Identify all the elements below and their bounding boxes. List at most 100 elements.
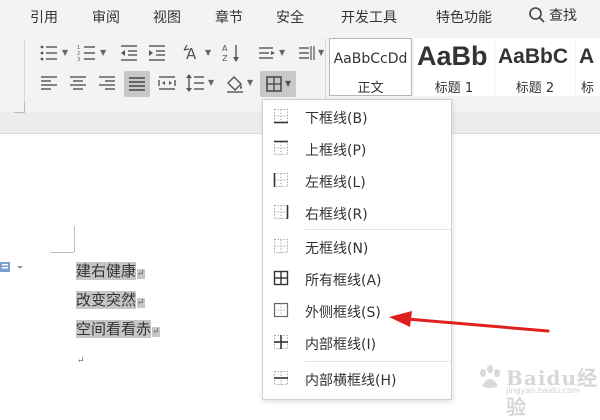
bottom-border-icon: [274, 109, 288, 124]
style-name-heading-2: 标题 2: [515, 81, 555, 96]
menu-item-left-border[interactable]: 左框线(L): [263, 167, 451, 195]
style-normal[interactable]: AaBbCcDd 正文: [329, 38, 412, 96]
paragraph-mark: ↵: [137, 298, 145, 308]
align-center-icon: [70, 76, 86, 90]
annotation-arrow: [389, 311, 550, 333]
doc-line: 空间看看赤↵: [76, 316, 160, 345]
menu-item-no-border[interactable]: 无框线(N): [263, 233, 451, 261]
menu-references[interactable]: 引用: [30, 7, 58, 27]
chevron-down-icon[interactable]: ▼: [285, 79, 291, 88]
paragraph-mark: ↵: [137, 269, 145, 279]
menu-security[interactable]: 安全: [276, 7, 304, 27]
paragraph-spacing-icon: [259, 47, 275, 59]
menu-item-bottom-border[interactable]: 下框线(B): [263, 103, 451, 131]
search-icon: [529, 7, 545, 23]
chevron-down-icon[interactable]: ▼: [208, 78, 214, 87]
menu-item-label: 无框线(N): [305, 241, 369, 257]
line-spacing-toggle-button[interactable]: [256, 42, 278, 64]
menu-separator: [305, 361, 451, 362]
menu-item-label: 左框线(L): [305, 175, 366, 191]
style-name-heading-3: 标: [581, 81, 595, 96]
justify-icon: [129, 77, 145, 91]
chevron-down-icon[interactable]: ▼: [279, 48, 285, 57]
search-label: 查找: [549, 8, 577, 24]
align-center-button[interactable]: [67, 72, 89, 94]
baidu-paw-logo: [480, 365, 500, 388]
all-borders-icon: [266, 76, 282, 92]
menu-view[interactable]: 视图: [153, 7, 181, 27]
ribbon-corner-mark: [14, 102, 25, 113]
numbered-list-button[interactable]: 123: [76, 42, 98, 64]
svg-text:3: 3: [77, 57, 80, 63]
style-name-normal: 正文: [357, 81, 384, 96]
line-spacing-button[interactable]: [184, 72, 206, 94]
menu-item-label: 内部框线(I): [305, 337, 377, 353]
style-sample-heading-1: AaBb: [417, 41, 488, 71]
paragraph-mark: ↵: [152, 327, 160, 337]
left-border-icon: [273, 173, 288, 187]
svg-text:A: A: [222, 44, 228, 53]
style-sample-normal: AaBbCcDd: [333, 51, 408, 67]
inside-borders-icon: [274, 335, 288, 349]
align-left-button[interactable]: [38, 72, 60, 94]
show-hide-icon: [299, 46, 315, 60]
outside-borders-icon: [273, 302, 289, 318]
menu-chapter[interactable]: 章节: [215, 7, 243, 27]
menu-item-right-border[interactable]: 右框线(R): [263, 199, 451, 227]
ribbon-separator: [24, 40, 25, 102]
distributed-align-icon: [158, 76, 176, 90]
right-border-icon: [274, 205, 289, 219]
shading-button[interactable]: [224, 72, 246, 94]
watermark: Baidu经验 jingyan.baidu.com: [458, 358, 600, 419]
no-border-icon: [274, 239, 288, 253]
justify-button[interactable]: [124, 71, 150, 97]
decrease-indent-icon: [121, 45, 137, 61]
watermark-url: jingyan.baidu.com: [506, 386, 580, 395]
border-dropdown-menu: 下框线(B) 上框线(P) 左框线(L) 右框线(R) 无框线(N) 所有框线(…: [262, 99, 452, 400]
style-heading-2[interactable]: AaBbC 标题 2: [495, 38, 575, 96]
document-body[interactable]: 建右健康↵ 改变突然↵ 空间看看赤↵ ↵: [76, 258, 160, 374]
inside-horizontal-border-icon: [274, 371, 288, 385]
distributed-align-button[interactable]: [156, 72, 178, 94]
style-sample-heading-3: A: [579, 45, 595, 68]
menu-item-label: 所有框线(A): [305, 273, 382, 289]
selected-text[interactable]: 改变突然: [76, 291, 137, 309]
increase-indent-button[interactable]: [146, 42, 168, 64]
borders-button[interactable]: ▼: [260, 71, 296, 97]
menu-item-all-borders[interactable]: 所有框线(A): [263, 265, 451, 293]
all-borders-icon: [273, 270, 289, 286]
align-right-button[interactable]: [96, 72, 118, 94]
menu-review[interactable]: 审阅: [92, 7, 120, 27]
decrease-indent-button[interactable]: [118, 42, 140, 64]
sort-icon: AZ: [222, 44, 239, 63]
menu-item-top-border[interactable]: 上框线(P): [263, 135, 451, 163]
menu-developer-tools[interactable]: 开发工具: [341, 7, 397, 27]
selected-text[interactable]: 空间看看赤: [76, 320, 152, 338]
selected-text[interactable]: 建右健康: [76, 262, 137, 280]
paragraph-handle-icon[interactable]: [0, 260, 26, 274]
search-menu-button[interactable]: 查找: [528, 5, 577, 25]
menu-item-inside-horizontal-border[interactable]: 内部横框线(H): [263, 365, 451, 393]
style-heading-3[interactable]: A 标: [576, 38, 600, 96]
sort-button[interactable]: AZ: [220, 42, 242, 64]
chevron-down-icon[interactable]: ▼: [62, 48, 68, 57]
menu-bar: 引用 审阅 视图 章节 安全 开发工具 特色功能 查找: [0, 0, 600, 32]
style-heading-1[interactable]: AaBb 标题 1: [414, 38, 494, 96]
chevron-down-icon[interactable]: ▼: [205, 48, 211, 57]
increase-indent-icon: [149, 45, 165, 61]
bullet-list-button[interactable]: [38, 42, 60, 64]
align-left-icon: [41, 76, 57, 90]
style-sample-heading-2: AaBbC: [498, 45, 569, 68]
text-direction-button[interactable]: A: [182, 42, 204, 64]
menu-separator: [305, 229, 451, 230]
ribbon-separator: [325, 38, 326, 102]
show-hide-button[interactable]: [296, 42, 318, 64]
chevron-down-icon[interactable]: ▼: [247, 78, 253, 87]
menu-item-label: 外侧框线(S): [305, 305, 381, 321]
menu-item-label: 右框线(R): [305, 207, 368, 223]
chevron-down-icon[interactable]: ▼: [318, 48, 324, 57]
chevron-down-icon[interactable]: ▼: [100, 48, 106, 57]
paragraph-mark: ↵: [77, 356, 85, 366]
margin-mark-vertical: [74, 226, 75, 252]
menu-special-features[interactable]: 特色功能: [436, 7, 492, 27]
